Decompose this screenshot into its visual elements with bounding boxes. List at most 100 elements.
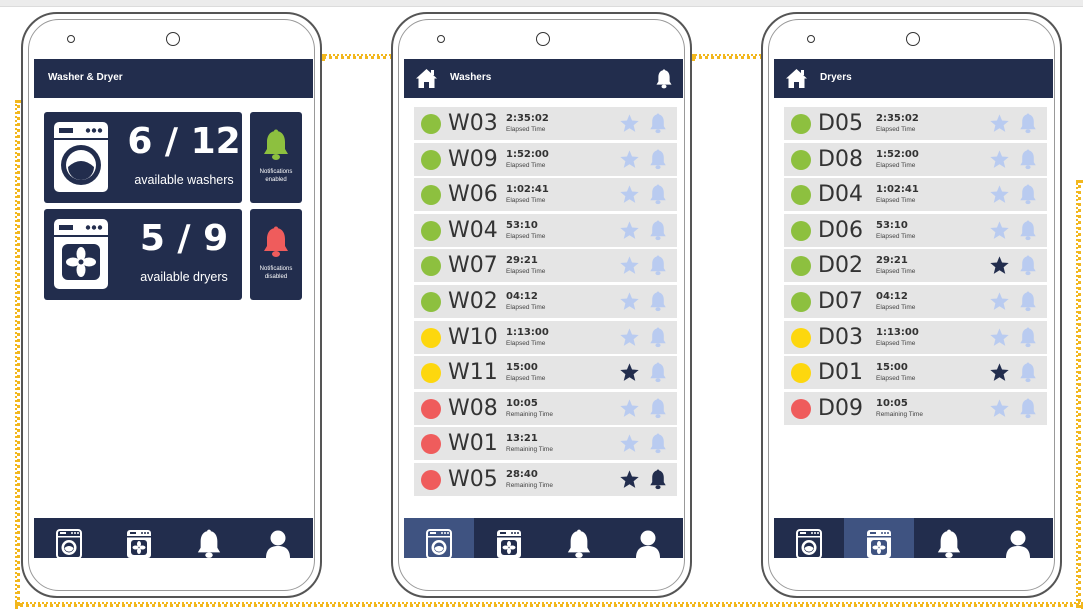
- time-label: Elapsed Time: [506, 375, 546, 383]
- star-icon[interactable]: [619, 327, 640, 348]
- star-icon[interactable]: [619, 469, 640, 490]
- nav-user-tab[interactable]: [243, 518, 313, 558]
- star-icon[interactable]: [619, 291, 640, 312]
- star-icon[interactable]: [989, 362, 1010, 383]
- nav-user-tab[interactable]: [613, 518, 683, 558]
- notifications-state: disabled: [264, 274, 288, 280]
- star-icon[interactable]: [619, 149, 640, 170]
- status-dot: [791, 291, 811, 312]
- list-item[interactable]: D08 1:52:00 Elapsed Time: [784, 142, 1047, 176]
- list-item[interactable]: D07 04:12 Elapsed Time: [784, 284, 1047, 318]
- bell-icon[interactable]: [649, 113, 667, 134]
- bell-icon[interactable]: [1019, 220, 1037, 241]
- star-icon[interactable]: [989, 220, 1010, 241]
- star-icon[interactable]: [989, 398, 1010, 419]
- app-header: Washer & Dryer: [34, 59, 313, 98]
- list-item[interactable]: W08 10:05 Remaining Time: [414, 391, 677, 425]
- star-icon[interactable]: [619, 255, 640, 276]
- bell-icon[interactable]: [1019, 255, 1037, 276]
- star-icon[interactable]: [619, 433, 640, 454]
- bell-icon[interactable]: [649, 362, 667, 383]
- washer-notifications-toggle[interactable]: Notifications enabled: [250, 112, 302, 203]
- bell-icon[interactable]: [649, 255, 667, 276]
- list-item[interactable]: D01 15:00 Elapsed Time: [784, 356, 1047, 390]
- dryer-notifications-toggle[interactable]: Notifications disabled: [250, 209, 302, 300]
- status-dot: [791, 149, 811, 170]
- star-icon[interactable]: [989, 184, 1010, 205]
- star-icon[interactable]: [619, 184, 640, 205]
- star-icon[interactable]: [989, 149, 1010, 170]
- bell-icon[interactable]: [649, 220, 667, 241]
- machine-time: 15:00: [876, 362, 908, 374]
- star-icon[interactable]: [619, 362, 640, 383]
- dryers-summary-tile[interactable]: 5 / 9 available dryers: [44, 209, 242, 300]
- star-icon[interactable]: [989, 255, 1010, 276]
- flow-connector: [692, 54, 764, 59]
- list-item[interactable]: W09 1:52:00 Elapsed Time: [414, 142, 677, 176]
- list-item[interactable]: W02 04:12 Elapsed Time: [414, 284, 677, 318]
- list-item[interactable]: D09 10:05 Remaining Time: [784, 391, 1047, 425]
- bell-icon[interactable]: [1019, 149, 1037, 170]
- list-item[interactable]: D06 53:10 Elapsed Time: [784, 213, 1047, 247]
- time-label: Elapsed Time: [506, 197, 546, 205]
- machine-id: D01: [818, 360, 863, 386]
- status-dot: [421, 327, 441, 348]
- star-icon[interactable]: [619, 113, 640, 134]
- bell-icon[interactable]: [1019, 398, 1037, 419]
- list-item[interactable]: W06 1:02:41 Elapsed Time: [414, 178, 677, 212]
- bell-icon[interactable]: [649, 184, 667, 205]
- time-label: Elapsed Time: [876, 268, 916, 276]
- star-icon[interactable]: [989, 291, 1010, 312]
- machine-id: W07: [448, 253, 498, 279]
- home-icon[interactable]: [415, 68, 438, 89]
- list-item[interactable]: W10 1:13:00 Elapsed Time: [414, 320, 677, 354]
- machine-time: 1:52:00: [506, 148, 549, 160]
- machine-id: D09: [818, 395, 863, 421]
- list-item[interactable]: W01 13:21 Remaining Time: [414, 427, 677, 461]
- list-item[interactable]: W07 29:21 Elapsed Time: [414, 249, 677, 283]
- bell-icon[interactable]: [649, 469, 667, 490]
- nav-dryer-tab[interactable]: [843, 518, 914, 558]
- bell-icon[interactable]: [1019, 113, 1037, 134]
- bell-icon[interactable]: [649, 433, 667, 454]
- star-icon[interactable]: [989, 113, 1010, 134]
- nav-washer-tab[interactable]: [404, 518, 474, 558]
- bell-icon[interactable]: [649, 291, 667, 312]
- machine-time: 53:10: [506, 219, 538, 231]
- star-icon[interactable]: [619, 220, 640, 241]
- flow-connector: [15, 602, 1083, 607]
- list-item[interactable]: W11 15:00 Elapsed Time: [414, 356, 677, 390]
- status-dot: [421, 114, 441, 134]
- nav-bell-tab[interactable]: [174, 518, 244, 558]
- home-icon[interactable]: [785, 68, 808, 89]
- header-title: Washer & Dryer: [48, 72, 123, 83]
- bell-icon[interactable]: [655, 69, 673, 89]
- list-item[interactable]: D03 1:13:00 Elapsed Time: [784, 320, 1047, 354]
- bell-icon[interactable]: [649, 149, 667, 170]
- list-item[interactable]: W03 2:35:02 Elapsed Time: [414, 107, 677, 140]
- nav-bell-tab[interactable]: [914, 518, 984, 558]
- bell-icon[interactable]: [1019, 184, 1037, 205]
- bell-icon[interactable]: [1019, 327, 1037, 348]
- washers-summary-tile[interactable]: 6 / 12 available washers: [44, 112, 242, 203]
- nav-user-tab[interactable]: [983, 518, 1053, 558]
- nav-washer-tab[interactable]: [34, 518, 104, 558]
- star-icon[interactable]: [619, 398, 640, 419]
- status-dot: [791, 256, 811, 277]
- dryer-icon: [866, 530, 891, 558]
- star-icon[interactable]: [989, 327, 1010, 348]
- nav-bell-tab[interactable]: [544, 518, 614, 558]
- nav-dryer-tab[interactable]: [474, 518, 544, 558]
- bell-icon[interactable]: [649, 327, 667, 348]
- list-item[interactable]: D02 29:21 Elapsed Time: [784, 249, 1047, 283]
- bell-icon[interactable]: [1019, 362, 1037, 383]
- status-dot: [421, 256, 441, 277]
- bell-icon[interactable]: [649, 398, 667, 419]
- list-item[interactable]: W04 53:10 Elapsed Time: [414, 213, 677, 247]
- list-item[interactable]: D04 1:02:41 Elapsed Time: [784, 178, 1047, 212]
- list-item[interactable]: W05 28:40 Remaining Time: [414, 462, 677, 496]
- nav-dryer-tab[interactable]: [104, 518, 174, 558]
- bell-icon[interactable]: [1019, 291, 1037, 312]
- nav-washer-tab[interactable]: [774, 518, 844, 558]
- list-item[interactable]: D05 2:35:02 Elapsed Time: [784, 107, 1047, 140]
